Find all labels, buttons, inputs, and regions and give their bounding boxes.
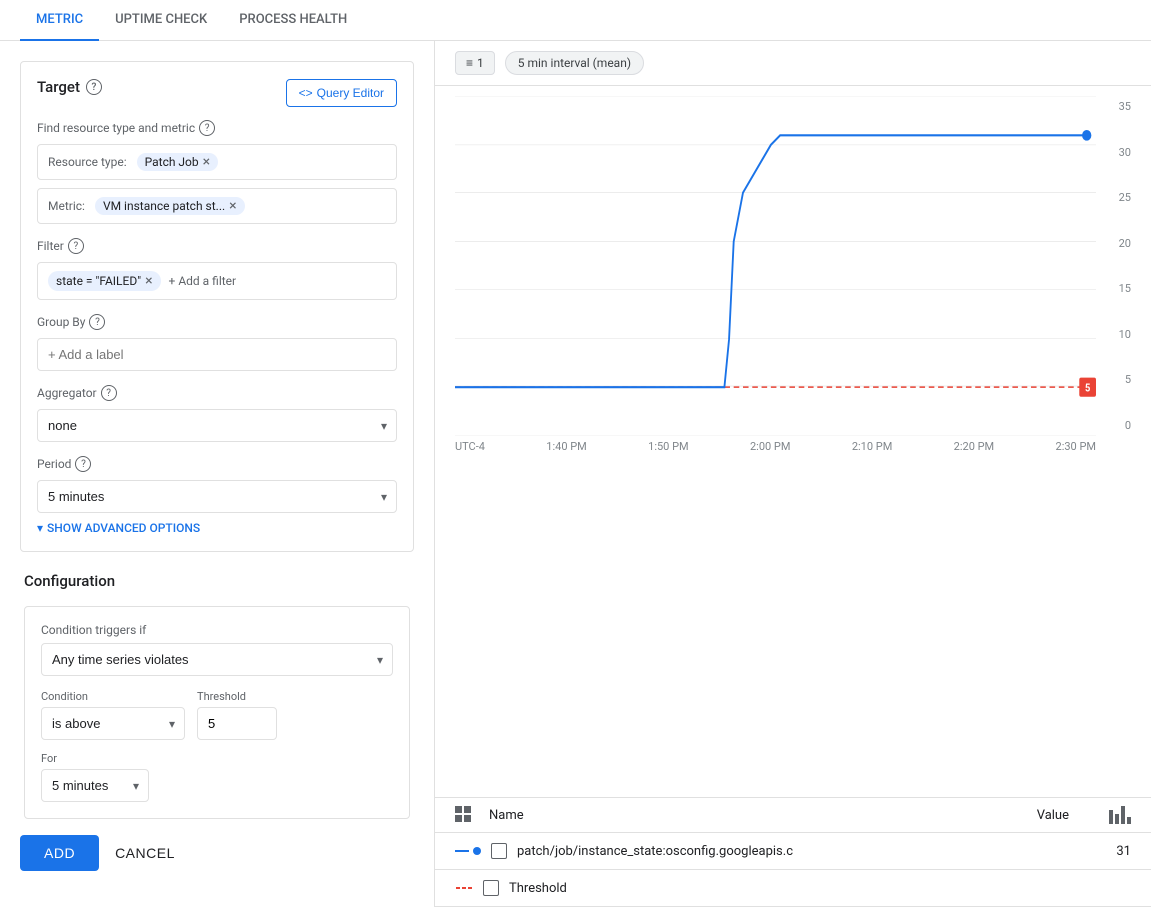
filter-icon: ≡ — [466, 56, 473, 70]
threshold-dashed-icon — [455, 887, 473, 889]
condition-triggers-select[interactable]: Any time series violates All time series… — [41, 643, 393, 676]
code-icon: <> — [299, 86, 313, 100]
group-by-help-icon[interactable]: ? — [89, 314, 105, 330]
filter-badge[interactable]: ≡ 1 — [455, 51, 495, 75]
advanced-options-label: SHOW ADVANCED OPTIONS — [47, 521, 200, 535]
legend-value-header: Value — [1037, 808, 1069, 823]
x-axis: UTC-4 1:40 PM 1:50 PM 2:00 PM 2:10 PM 2:… — [455, 436, 1096, 457]
legend-name-header: Name — [489, 808, 1027, 823]
filter-value: state = "FAILED" — [56, 274, 141, 288]
interval-badge[interactable]: 5 min interval (mean) — [505, 51, 644, 75]
legend-header: Name Value — [435, 798, 1151, 833]
for-col-label: For — [41, 752, 149, 765]
filter-label: Filter — [37, 239, 64, 253]
bars-icon[interactable] — [1109, 806, 1131, 824]
threshold-col-label: Threshold — [197, 690, 277, 703]
aggregator-label: Aggregator — [37, 386, 97, 400]
metric-label: Metric: — [48, 199, 85, 213]
legend-metric-value: 31 — [1101, 844, 1131, 859]
chart-svg: 5 — [455, 96, 1096, 436]
period-label: Period — [37, 457, 71, 471]
legend-checkbox-threshold[interactable] — [483, 880, 499, 896]
condition-select[interactable]: is above is below is above or equal is b… — [41, 707, 185, 740]
resource-type-label: Resource type: — [48, 155, 127, 169]
y-axis: 35 30 25 20 15 10 5 0 — [1101, 96, 1131, 436]
metric-chip[interactable]: VM instance patch st... × — [95, 197, 245, 215]
filter-help-icon[interactable]: ? — [68, 238, 84, 254]
period-select[interactable]: 5 minutes 1 minute 10 minutes 15 minutes… — [37, 480, 397, 513]
legend-row-metric: patch/job/instance_state:osconfig.google… — [435, 833, 1151, 870]
threshold-input[interactable] — [197, 707, 277, 740]
add-filter-button[interactable]: + Add a filter — [169, 274, 237, 288]
condition-triggers-label: Condition triggers if — [41, 623, 146, 637]
filter-count: 1 — [477, 56, 484, 70]
metric-close-icon[interactable]: × — [229, 199, 236, 213]
advanced-options-button[interactable]: ▾ SHOW ADVANCED OPTIONS — [37, 521, 397, 535]
query-editor-label: Query Editor — [317, 86, 384, 100]
configuration-title: Configuration — [24, 572, 410, 590]
target-title: Target — [37, 78, 80, 96]
resource-type-chip[interactable]: Patch Job × — [137, 153, 219, 171]
group-by-label: Group By — [37, 315, 85, 329]
target-help-icon[interactable]: ? — [86, 79, 102, 95]
tab-metric[interactable]: METRIC — [20, 0, 99, 41]
filter-chip[interactable]: state = "FAILED" × — [48, 271, 161, 291]
find-resource-label: Find resource type and metric — [37, 121, 195, 135]
group-by-input[interactable] — [37, 338, 397, 371]
resource-type-close-icon[interactable]: × — [203, 155, 210, 169]
metric-line-solid — [455, 850, 469, 852]
tab-uptime[interactable]: UPTIME CHECK — [99, 0, 223, 41]
for-select[interactable]: 5 minutes 1 minute 10 minutes 15 minutes… — [41, 769, 149, 802]
period-help-icon[interactable]: ? — [75, 456, 91, 472]
add-button[interactable]: ADD — [20, 835, 99, 871]
query-editor-button[interactable]: <> Query Editor — [286, 79, 397, 107]
aggregator-select[interactable]: none mean sum min max — [37, 409, 397, 442]
cancel-button[interactable]: CANCEL — [115, 845, 175, 861]
condition-col-label: Condition — [41, 690, 185, 703]
legend-threshold-name: Threshold — [509, 881, 1091, 896]
grid-icon[interactable] — [455, 806, 473, 824]
filter-close-icon[interactable]: × — [145, 273, 152, 289]
find-resource-help-icon[interactable]: ? — [199, 120, 215, 136]
chevron-down-icon: ▾ — [37, 521, 43, 535]
tab-process-health[interactable]: PROCESS HEALTH — [223, 0, 363, 41]
legend-checkbox-metric[interactable] — [491, 843, 507, 859]
svg-text:5: 5 — [1085, 383, 1091, 395]
legend-metric-name: patch/job/instance_state:osconfig.google… — [517, 844, 1091, 859]
metric-dot — [473, 847, 481, 855]
aggregator-help-icon[interactable]: ? — [101, 385, 117, 401]
legend-row-threshold: Threshold — [435, 870, 1151, 907]
